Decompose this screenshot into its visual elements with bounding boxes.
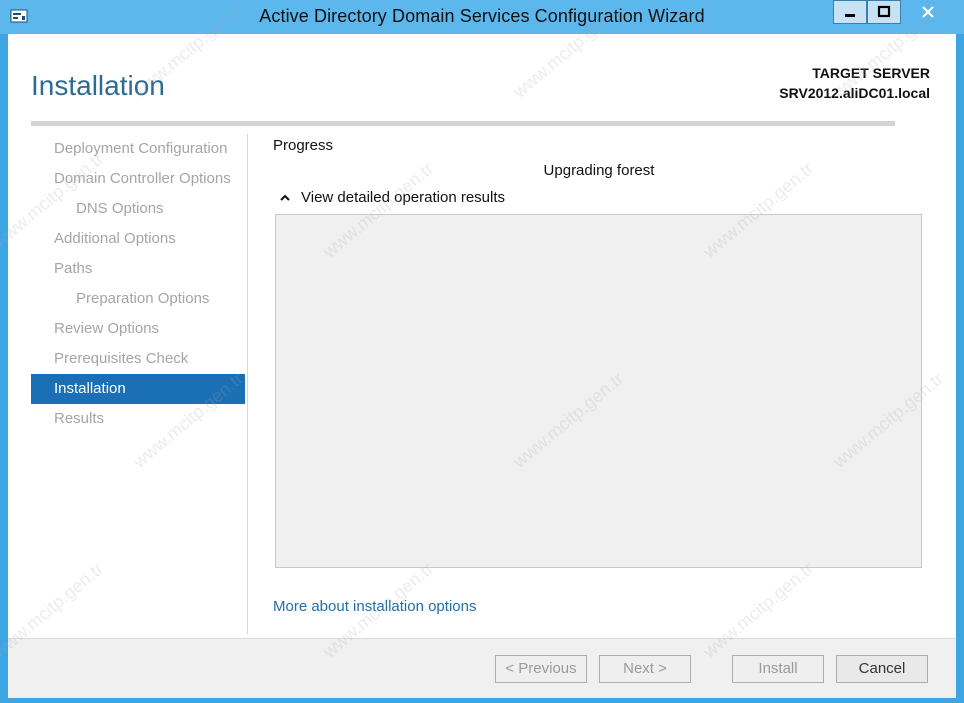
operation-results-box[interactable] <box>275 214 922 568</box>
target-server-name: SRV2012.aliDC01.local <box>779 85 930 101</box>
nav-item-installation[interactable]: Installation <box>31 374 245 404</box>
nav-divider <box>247 134 248 634</box>
chevron-up-icon <box>280 194 290 201</box>
window-title: Active Directory Domain Services Configu… <box>259 6 705 26</box>
close-icon <box>922 6 934 18</box>
nav-item-review-options: Review Options <box>54 320 160 337</box>
header-divider <box>31 121 895 126</box>
install-button[interactable]: Install <box>732 655 824 683</box>
progress-label: Progress <box>273 137 334 154</box>
next-button[interactable]: Next > <box>599 655 691 683</box>
nav-item-preparation-options: Preparation Options <box>76 290 210 307</box>
nav-item-paths: Paths <box>54 260 93 277</box>
more-about-installation-link[interactable]: More about installation options <box>273 598 476 615</box>
minimize-icon <box>845 14 855 17</box>
wizard-content: Installation TARGET SERVER SRV2012.aliDC… <box>8 34 956 698</box>
nav-item-domain-controller-options: Domain Controller Options <box>54 170 231 187</box>
view-detailed-results-label: View detailed operation results <box>301 189 506 206</box>
wizard-steps-nav: Deployment Configuration Domain Controll… <box>31 134 245 434</box>
target-server-label: TARGET SERVER <box>812 65 930 81</box>
nav-item-prerequisites-check: Prerequisites Check <box>54 350 189 367</box>
progress-status-text: Upgrading forest <box>543 162 655 179</box>
title-bar[interactable]: Active Directory Domain Services Configu… <box>0 0 964 34</box>
maximize-icon <box>877 5 891 18</box>
cancel-button[interactable]: Cancel <box>836 655 928 683</box>
nav-item-results: Results <box>54 410 105 427</box>
wizard-footer: < Previous Next > Install Cancel <box>8 638 956 698</box>
view-detailed-results-toggle[interactable]: View detailed operation results <box>278 189 505 206</box>
page-title: Installation <box>31 70 165 101</box>
minimize-button[interactable] <box>833 0 867 24</box>
close-button[interactable] <box>903 0 953 24</box>
previous-button[interactable]: < Previous <box>495 655 587 683</box>
wizard-window: Active Directory Domain Services Configu… <box>0 0 964 703</box>
nav-item-dns-options: DNS Options <box>76 200 164 217</box>
maximize-button[interactable] <box>867 0 901 24</box>
nav-item-additional-options: Additional Options <box>54 230 176 247</box>
nav-item-deployment-configuration: Deployment Configuration <box>54 140 228 157</box>
